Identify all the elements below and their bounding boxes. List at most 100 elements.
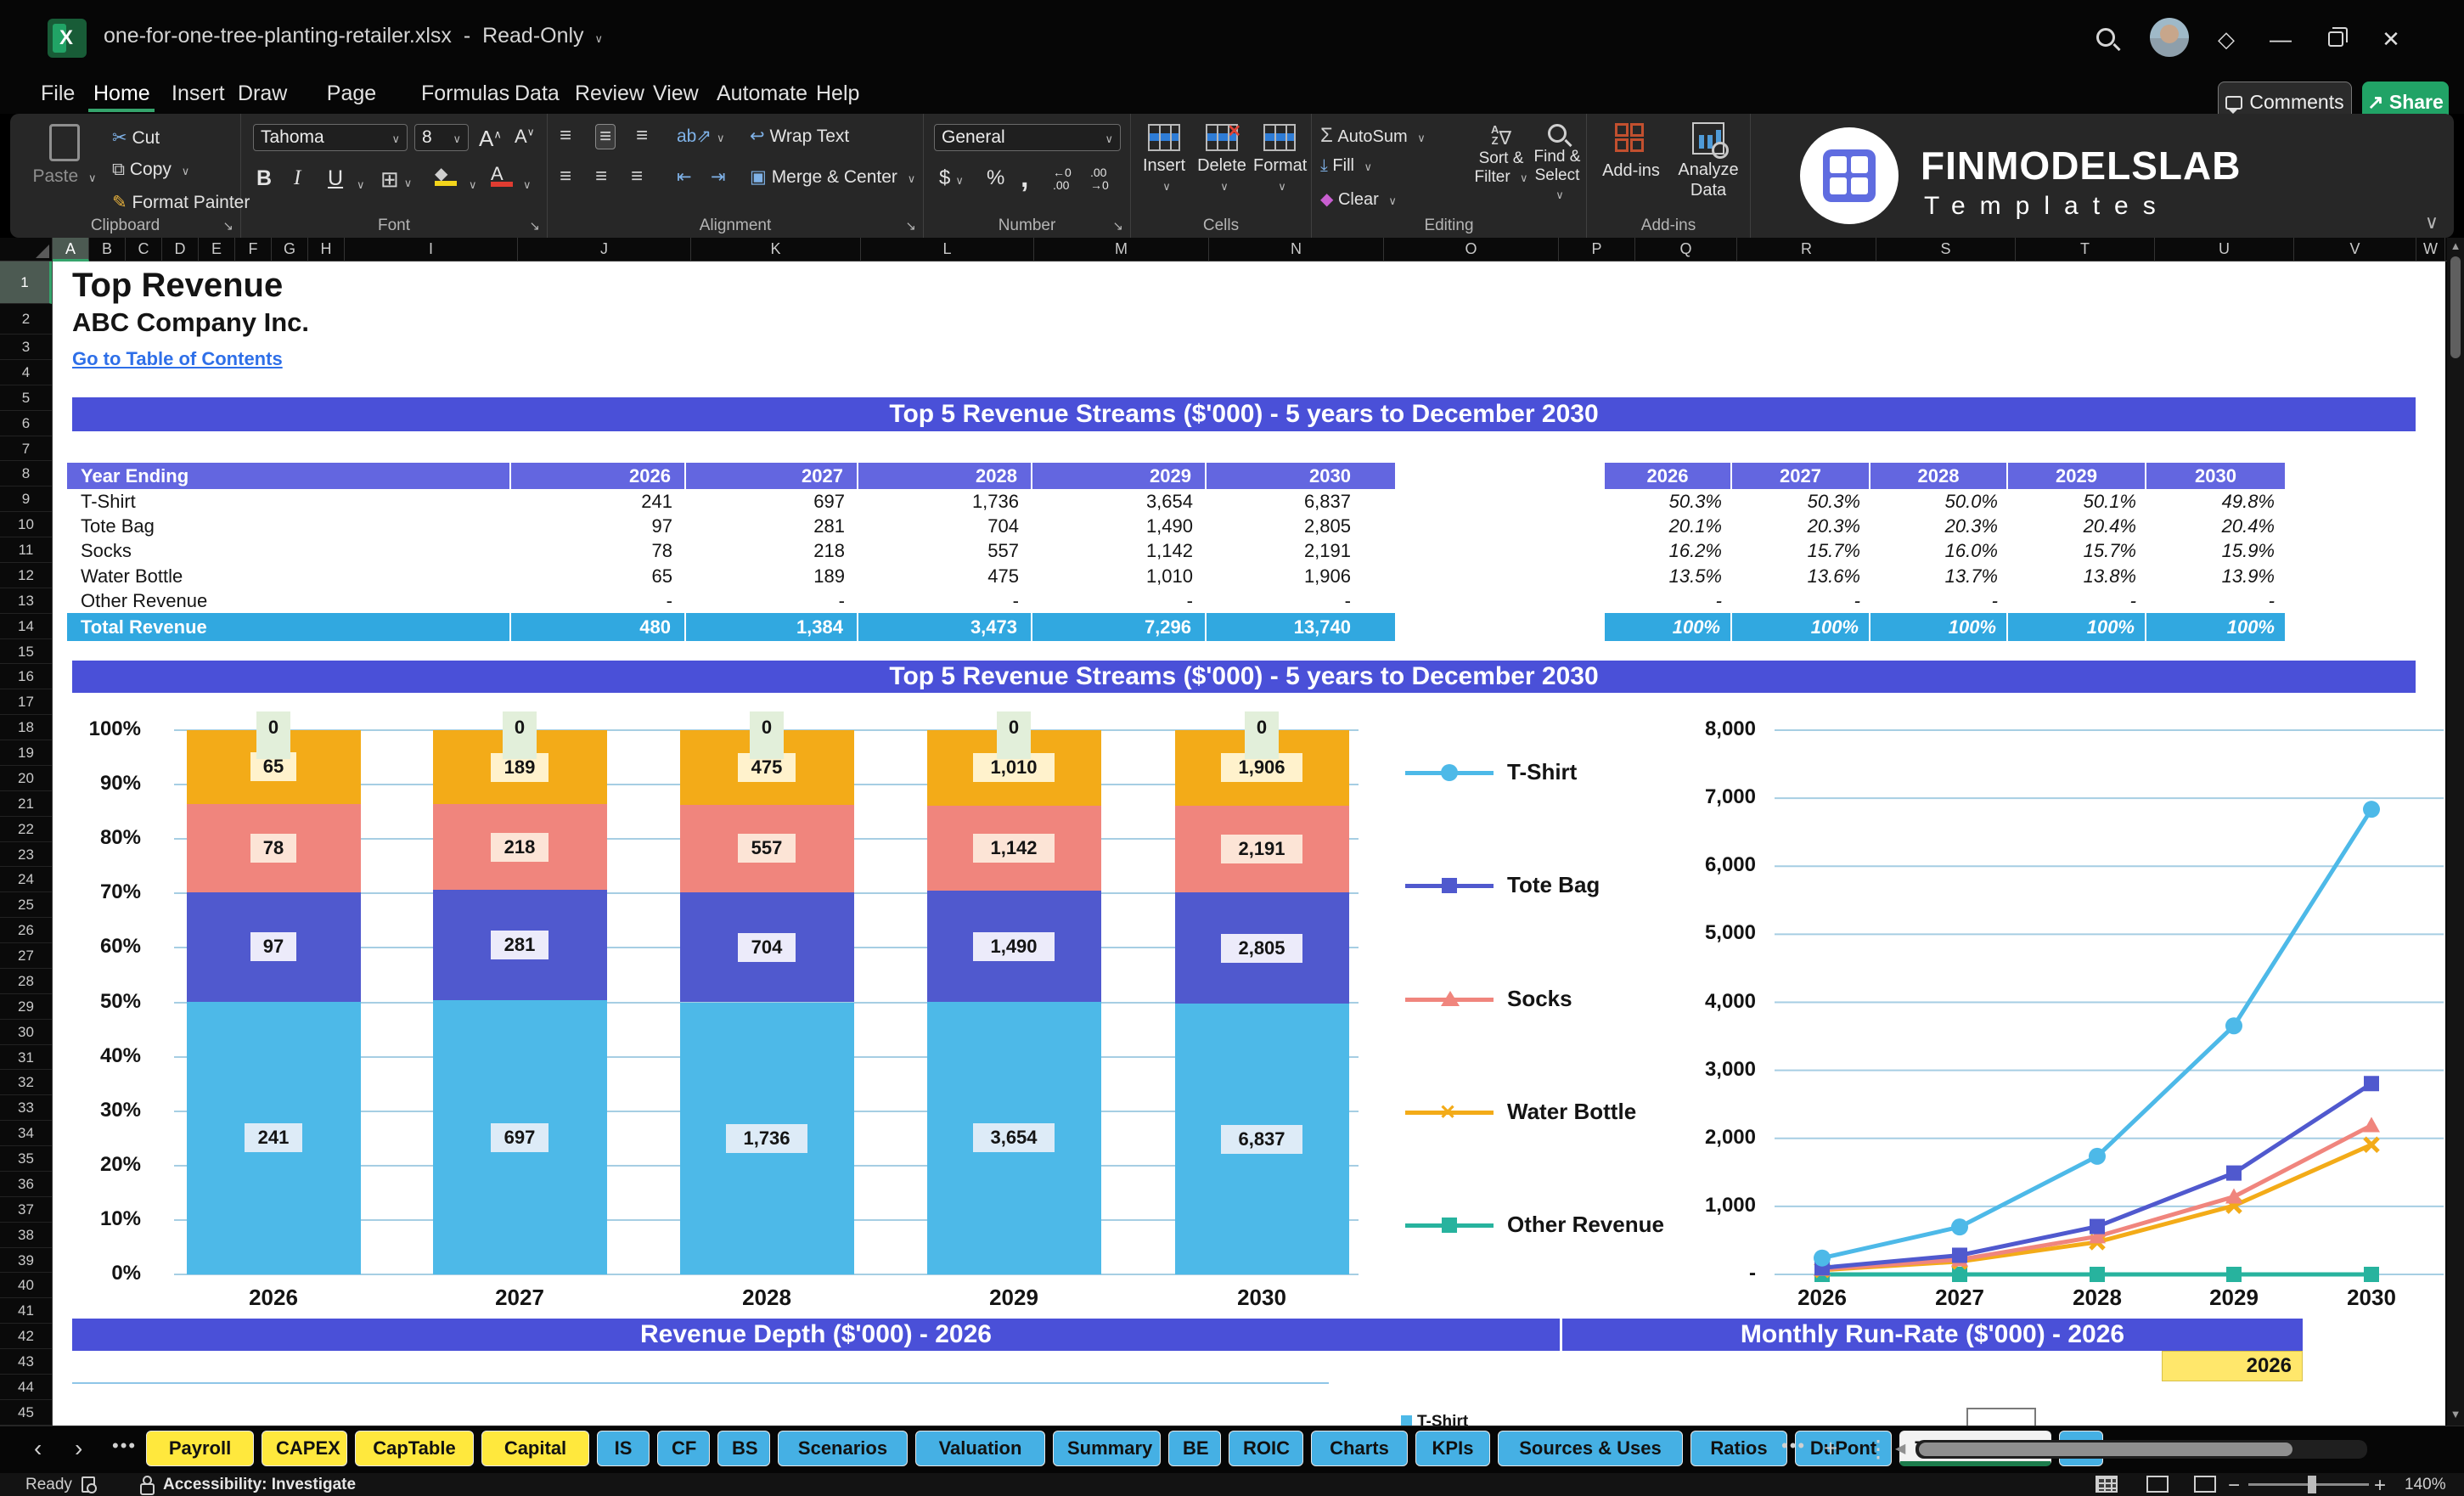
fill-color-dropdown[interactable]: ∨ xyxy=(464,173,477,194)
cell-value[interactable]: - xyxy=(2146,588,2285,613)
alignment-dialog-launcher[interactable]: ↘ xyxy=(905,218,916,233)
column-header-P[interactable]: P xyxy=(1559,238,1635,262)
column-header-O[interactable]: O xyxy=(1384,238,1559,262)
cell-value[interactable]: 100% xyxy=(2146,613,2285,641)
fill-button[interactable]: ⤓ Fill ∨ xyxy=(1320,156,1372,176)
tabs-overflow-icon[interactable]: ••• xyxy=(1781,1435,1806,1457)
column-header-T[interactable]: T xyxy=(2016,238,2155,262)
align-left-icon[interactable]: ≡ xyxy=(560,165,571,188)
row-header-30[interactable]: 30 xyxy=(0,1020,52,1045)
row-header-23[interactable]: 23 xyxy=(0,842,52,868)
number-dialog-launcher[interactable]: ↘ xyxy=(1112,218,1123,233)
accessibility-status[interactable]: Accessibility: Investigate xyxy=(163,1476,356,1494)
zoom-slider-thumb[interactable] xyxy=(2308,1476,2316,1493)
cell-value[interactable]: 1,384 xyxy=(686,613,858,641)
bold-button[interactable]: B xyxy=(256,166,272,191)
ribbon-tab-view[interactable]: View xyxy=(648,76,700,112)
underline-dropdown[interactable]: ∨ xyxy=(352,173,365,194)
cell-value[interactable]: 189 xyxy=(686,564,858,588)
cut-button[interactable]: ✂ Cut xyxy=(112,127,160,149)
column-header-A[interactable]: A xyxy=(53,238,89,262)
minimize-button[interactable]: — xyxy=(2264,22,2298,56)
row-header-8[interactable]: 8 xyxy=(0,461,52,487)
italic-button[interactable]: I xyxy=(294,166,301,190)
column-header-H[interactable]: H xyxy=(308,238,345,262)
cell-value[interactable]: 704 xyxy=(858,514,1032,538)
find-select-button[interactable]: Find & Select ∨ xyxy=(1531,124,1584,205)
avatar[interactable] xyxy=(2150,18,2189,57)
column-header-W[interactable]: W xyxy=(2416,238,2445,262)
cell-value[interactable]: 15.9% xyxy=(2146,538,2285,563)
cell-value[interactable]: 13.5% xyxy=(1605,564,1732,588)
insert-cells-button[interactable]: Insert ∨ xyxy=(1138,124,1190,195)
sheet-tab-ratios[interactable]: Ratios xyxy=(1690,1431,1787,1466)
sheet-tab-cf[interactable]: CF xyxy=(657,1431,710,1466)
cell-value[interactable]: 50.3% xyxy=(1605,489,1732,514)
orientation-icon[interactable]: ab⇗ ∨ xyxy=(677,126,724,147)
hscroll-thumb[interactable] xyxy=(1919,1443,2292,1456)
increase-font-icon[interactable]: A∧ xyxy=(479,126,502,152)
tabs-prev-icon[interactable]: ‹ xyxy=(34,1435,42,1462)
column-header-M[interactable]: M xyxy=(1034,238,1209,262)
column-header-U[interactable]: U xyxy=(2155,238,2294,262)
cell-value[interactable]: 15.7% xyxy=(2008,538,2146,563)
autosum-button[interactable]: Σ AutoSum ∨ xyxy=(1320,124,1426,148)
select-all-corner[interactable] xyxy=(0,238,53,262)
sheet-tab-roic[interactable]: ROIC xyxy=(1229,1431,1303,1466)
cell-value[interactable]: 50.0% xyxy=(1871,489,2008,514)
sheet-tab-captable[interactable]: CapTable xyxy=(355,1431,474,1466)
cell-value[interactable]: 78 xyxy=(511,538,686,563)
wrap-text-button[interactable]: ↩ Wrap Text xyxy=(750,126,849,147)
row-header-7[interactable]: 7 xyxy=(0,436,52,462)
tabs-more-icon[interactable]: ••• xyxy=(112,1435,137,1457)
cell-value[interactable]: - xyxy=(511,588,686,613)
cell-value[interactable]: - xyxy=(858,588,1032,613)
column-header-I[interactable]: I xyxy=(345,238,518,262)
row-header-42[interactable]: 42 xyxy=(0,1324,52,1349)
vertical-scrollbar[interactable]: ▲ ▼ xyxy=(2447,238,2464,1426)
column-header-B[interactable]: B xyxy=(89,238,126,262)
clear-button[interactable]: ◆ Clear ∨ xyxy=(1320,188,1397,210)
sheet-tab-valuation[interactable]: Valuation xyxy=(915,1431,1045,1466)
chevron-down-icon[interactable]: ∨ xyxy=(595,32,604,45)
sheet-tab-bs[interactable]: BS xyxy=(717,1431,770,1466)
cell-value[interactable]: 13.7% xyxy=(1871,564,2008,588)
row-header-6[interactable]: 6 xyxy=(0,411,52,436)
row-header-4[interactable]: 4 xyxy=(0,360,52,385)
premium-diamond-icon[interactable]: ◇ xyxy=(2209,22,2243,56)
align-right-icon[interactable]: ≡ xyxy=(631,165,643,188)
row-header-5[interactable]: 5 xyxy=(0,385,52,411)
percent-format-icon[interactable]: % xyxy=(987,166,1004,190)
font-size-select[interactable]: 8 ∨ xyxy=(414,124,469,151)
cell-value[interactable]: - xyxy=(1605,588,1732,613)
decrease-decimal-icon[interactable]: .00 →0 xyxy=(1090,166,1109,192)
cell-value[interactable]: 2026 xyxy=(511,463,686,489)
scroll-up-icon[interactable]: ▲ xyxy=(2447,239,2464,252)
format-painter-button[interactable]: ✎ Format Painter xyxy=(112,192,250,213)
sheet-tab-is[interactable]: IS xyxy=(597,1431,650,1466)
cell-value[interactable]: 13.6% xyxy=(1732,564,1871,588)
sheet-tab-payroll[interactable]: Payroll xyxy=(146,1431,254,1466)
restore-button[interactable] xyxy=(2319,22,2353,56)
cell-value[interactable]: 2027 xyxy=(1732,463,1871,489)
column-header-J[interactable]: J xyxy=(518,238,691,262)
row-header-34[interactable]: 34 xyxy=(0,1121,52,1146)
cell-value[interactable]: - xyxy=(1732,588,1871,613)
readonly-badge[interactable]: Read-Only xyxy=(482,24,584,48)
column-header-Q[interactable]: Q xyxy=(1635,238,1737,262)
decrease-indent-icon[interactable]: ⇤ xyxy=(677,166,692,188)
cell-value[interactable]: 1,142 xyxy=(1032,538,1207,563)
tab-options-icon[interactable]: ⋮ xyxy=(1866,1435,1890,1463)
sheet-tab-summary[interactable]: Summary xyxy=(1053,1431,1161,1466)
cell-value[interactable]: 480 xyxy=(511,613,686,641)
cell-value[interactable]: 557 xyxy=(858,538,1032,563)
cell-value[interactable]: 20.3% xyxy=(1871,514,2008,538)
font-name-select[interactable]: Tahoma ∨ xyxy=(253,124,408,151)
addins-button[interactable]: Add-ins xyxy=(1594,122,1668,181)
normal-view-icon[interactable] xyxy=(2096,1476,2118,1493)
fill-color-button[interactable]: ◆ xyxy=(435,163,457,186)
cell-value[interactable]: 1,010 xyxy=(1032,564,1207,588)
cell-value[interactable]: - xyxy=(1207,588,1395,613)
column-header-R[interactable]: R xyxy=(1737,238,1876,262)
row-header-29[interactable]: 29 xyxy=(0,994,52,1020)
